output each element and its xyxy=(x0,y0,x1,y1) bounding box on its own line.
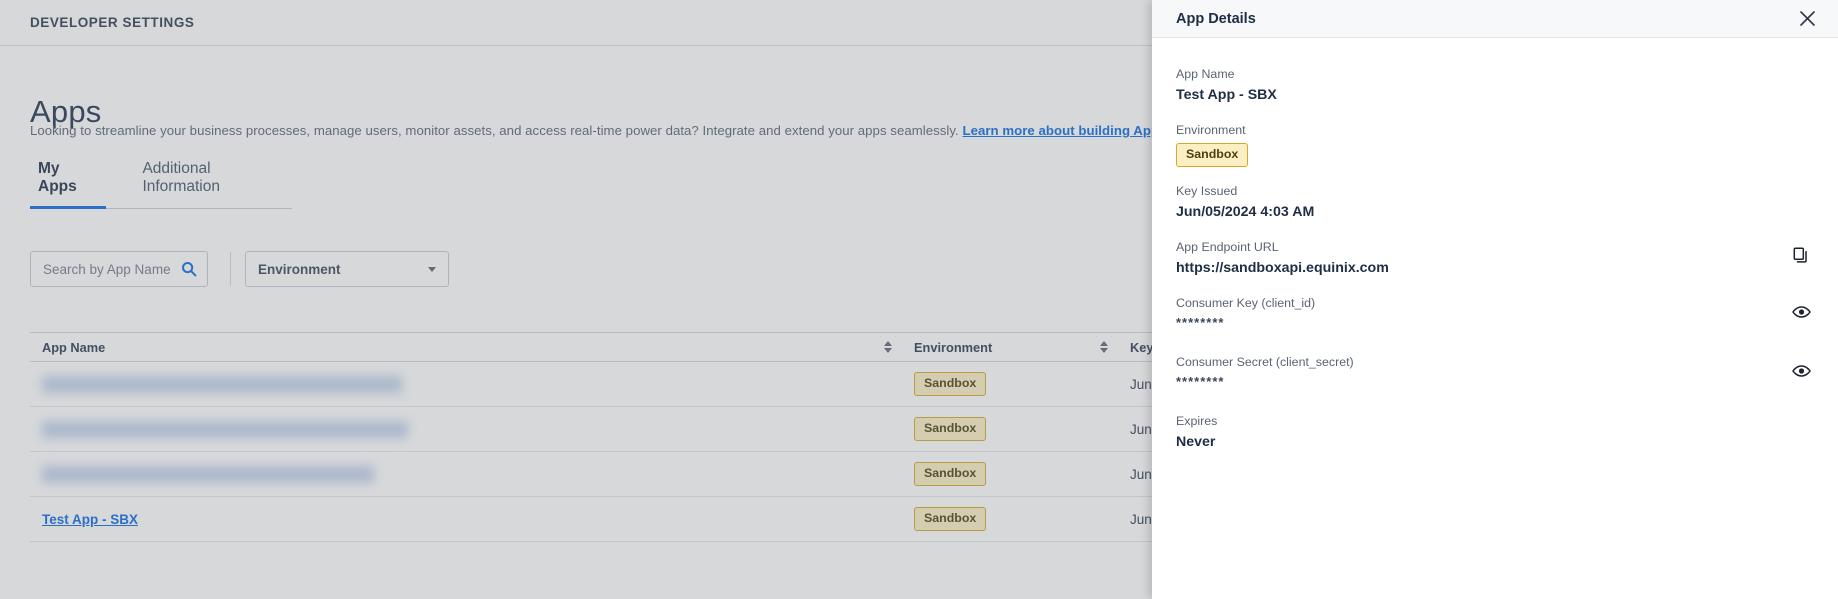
field-app-endpoint-url: App Endpoint URL https://sandboxapi.equi… xyxy=(1176,239,1814,279)
field-label: Environment xyxy=(1176,123,1246,138)
panel-title: App Details xyxy=(1176,10,1256,27)
app-root: DEVELOPER SETTINGS Apps Looking to strea… xyxy=(0,0,1838,599)
field-label: Key Issued xyxy=(1176,183,1238,198)
field-value: Never xyxy=(1176,433,1216,450)
app-details-panel: App Details App Name Test App - SBX Envi… xyxy=(1152,0,1838,599)
status-badge: Sandbox xyxy=(1176,143,1249,167)
field-app-name: App Name Test App - SBX xyxy=(1176,66,1814,106)
panel-header: App Details xyxy=(1152,0,1838,38)
field-expires: Expires Never xyxy=(1176,413,1814,453)
field-value-masked: ******** xyxy=(1176,315,1225,331)
field-label: App Endpoint URL xyxy=(1176,239,1279,254)
field-label: App Name xyxy=(1176,67,1235,81)
field-environment: Environment Sandbox xyxy=(1176,122,1814,167)
eye-icon[interactable] xyxy=(1790,360,1812,382)
field-value: Test App - SBX xyxy=(1176,86,1277,103)
field-label: Expires xyxy=(1176,413,1218,428)
field-value: https://sandboxapi.equinix.com xyxy=(1176,259,1389,276)
modal-overlay[interactable] xyxy=(0,0,1152,599)
close-icon[interactable] xyxy=(1796,8,1818,30)
panel-body: App Name Test App - SBX Environment Sand… xyxy=(1152,38,1838,453)
field-label: Consumer Secret (client_secret) xyxy=(1176,354,1354,369)
eye-icon[interactable] xyxy=(1790,301,1812,323)
copy-icon[interactable] xyxy=(1790,245,1812,267)
field-value: Jun/05/2024 4:03 AM xyxy=(1176,203,1315,220)
field-consumer-secret: Consumer Secret (client_secret) ******** xyxy=(1176,354,1814,393)
field-value-masked: ******** xyxy=(1176,373,1225,389)
field-consumer-key: Consumer Key (client_id) ******** xyxy=(1176,295,1814,334)
field-label: Consumer Key (client_id) xyxy=(1176,296,1316,311)
field-key-issued: Key Issued Jun/05/2024 4:03 AM xyxy=(1176,183,1814,223)
